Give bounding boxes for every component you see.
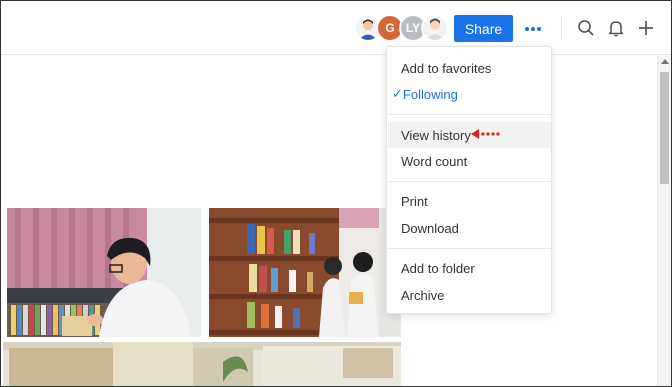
app-window: G LY Share Add to favorites ✓ Following …: [0, 0, 672, 387]
menu-item-add-to-favorites[interactable]: Add to favorites: [388, 55, 551, 81]
scroll-thumb[interactable]: [660, 72, 669, 184]
vertical-scrollbar[interactable]: [657, 56, 671, 386]
menu-divider: [388, 248, 551, 249]
menu-item-add-to-folder[interactable]: Add to folder: [388, 255, 551, 281]
menu-divider: [388, 114, 551, 115]
check-icon: ✓: [392, 86, 403, 101]
top-toolbar: G LY Share: [1, 1, 671, 55]
photo-student-reading[interactable]: [7, 208, 201, 337]
photo-classroom[interactable]: [3, 342, 401, 386]
plus-icon[interactable]: [635, 17, 657, 39]
menu-item-word-count[interactable]: Word count: [388, 148, 551, 174]
bell-icon[interactable]: [605, 17, 627, 39]
menu-item-archive[interactable]: Archive: [388, 282, 551, 308]
toolbar-divider: [561, 18, 562, 40]
menu-item-download[interactable]: Download: [388, 215, 551, 241]
photo-library-shelves[interactable]: [209, 208, 401, 337]
scroll-up-icon[interactable]: [661, 59, 669, 64]
menu-item-following[interactable]: ✓ Following: [388, 81, 551, 107]
more-options-menu: Add to favorites ✓ Following View history…: [386, 46, 552, 314]
more-options-icon[interactable]: [520, 15, 546, 42]
search-icon[interactable]: [575, 17, 597, 39]
menu-divider: [388, 181, 551, 182]
share-button[interactable]: Share: [454, 15, 513, 42]
avatar-user-4[interactable]: [421, 14, 449, 42]
annotation-arrow-icon: [470, 127, 500, 141]
menu-item-print[interactable]: Print: [388, 188, 551, 214]
